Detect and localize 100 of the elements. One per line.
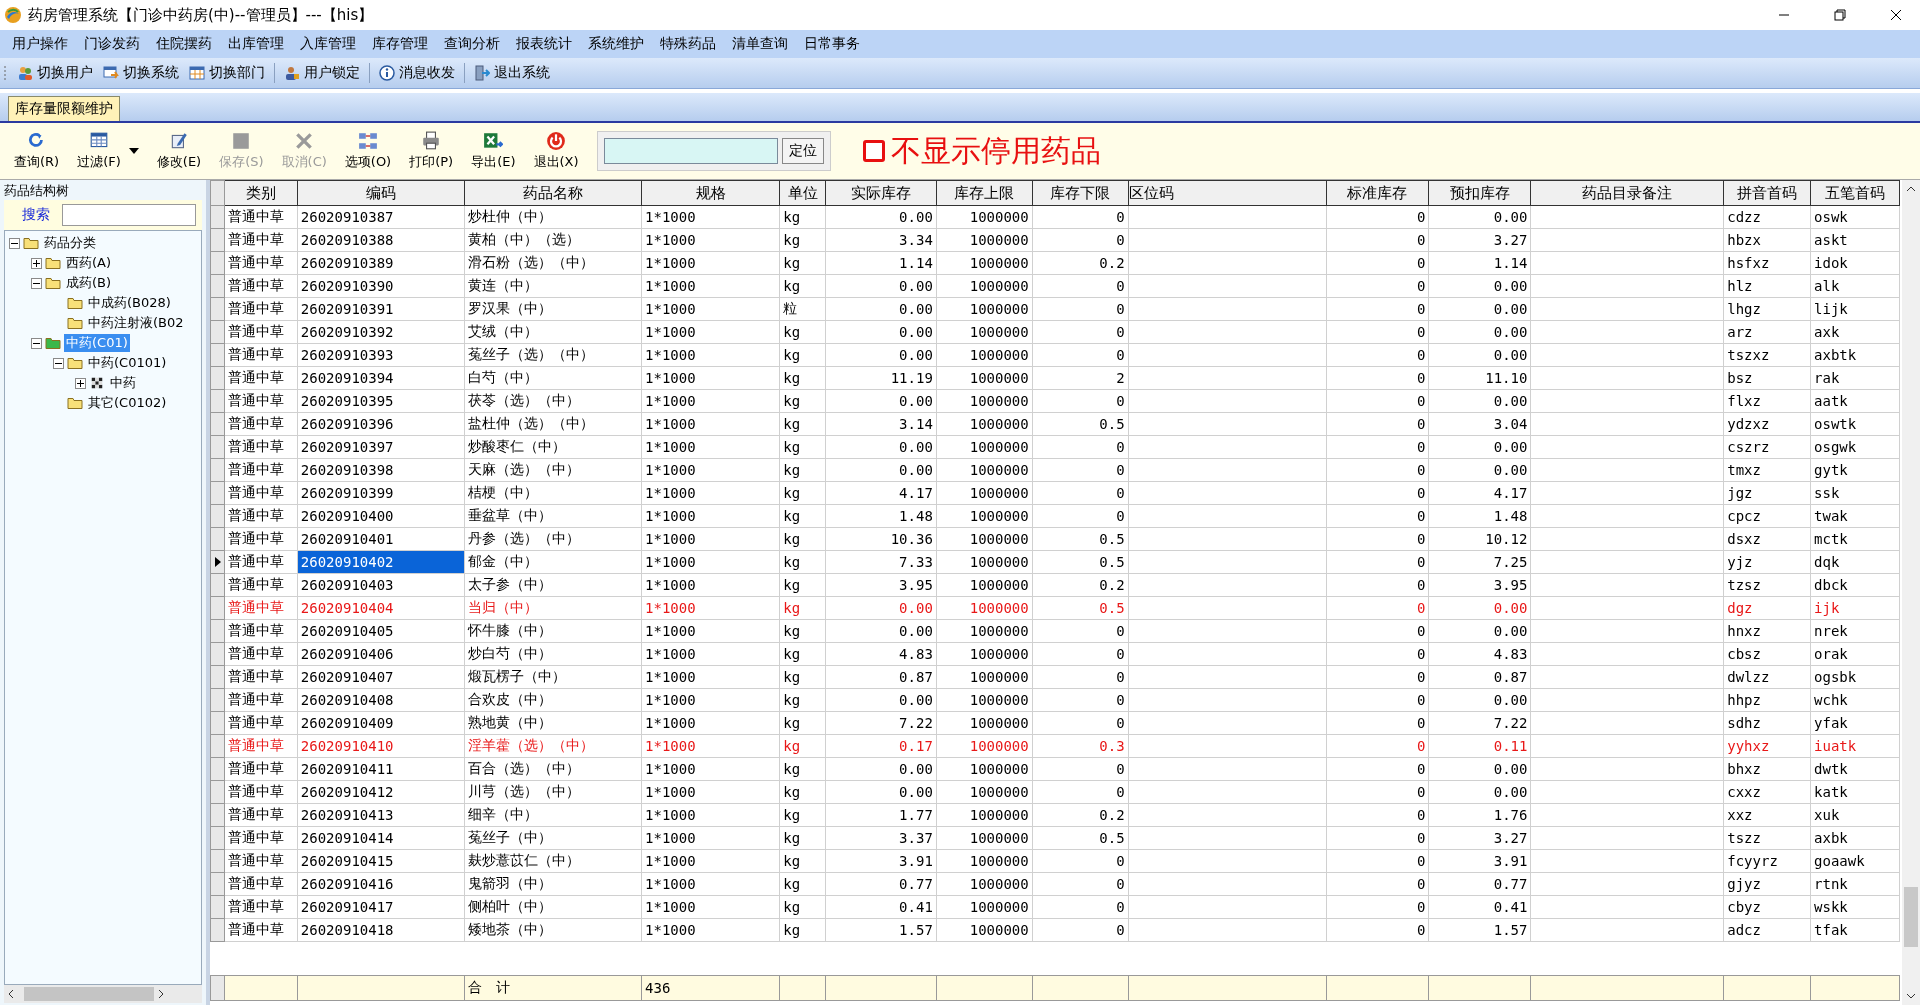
ribbon-button[interactable]: 选项(O) bbox=[336, 129, 400, 173]
cross-icon bbox=[294, 131, 315, 151]
expander-icon[interactable] bbox=[53, 357, 64, 369]
table-cell: 0.2 bbox=[1032, 573, 1129, 597]
toolbar-button[interactable]: 消息收发 bbox=[375, 62, 459, 84]
table-cell: oswk bbox=[1810, 205, 1900, 229]
folder-icon bbox=[67, 296, 83, 310]
table-cell: 26020910400 bbox=[297, 504, 465, 528]
tree-item[interactable]: 药品分类 bbox=[42, 234, 98, 252]
expander-icon[interactable] bbox=[75, 377, 86, 389]
locate-field[interactable] bbox=[603, 138, 778, 164]
table-cell: 矮地茶（中） bbox=[464, 918, 642, 942]
column-header[interactable]: 预扣库存 bbox=[1428, 180, 1531, 206]
table-cell: 0 bbox=[1326, 481, 1429, 505]
scroll-down-icon[interactable] bbox=[1906, 993, 1916, 999]
menu-item[interactable]: 住院摆药 bbox=[148, 35, 220, 53]
expander-icon[interactable] bbox=[9, 237, 20, 249]
scrollbar-thumb[interactable] bbox=[1904, 887, 1918, 947]
table-cell: 百合（选）（中） bbox=[464, 757, 642, 781]
table-cell: 熟地黄（中） bbox=[464, 711, 642, 735]
ribbon-button[interactable]: 退出(X) bbox=[525, 129, 587, 173]
menu-item[interactable]: 出库管理 bbox=[220, 35, 292, 53]
menu-item[interactable]: 入库管理 bbox=[292, 35, 364, 53]
table-cell: tzsz bbox=[1723, 573, 1811, 597]
table-cell: 26020910417 bbox=[297, 895, 465, 919]
table-cell: 0 bbox=[1326, 596, 1429, 620]
table-cell: 菟丝子（选）（中） bbox=[464, 343, 642, 367]
expander-icon[interactable] bbox=[31, 277, 42, 289]
column-header[interactable]: 库存上限 bbox=[936, 180, 1033, 206]
table-cell: gjyz bbox=[1723, 872, 1811, 896]
table-cell: 普通中草 bbox=[224, 665, 298, 689]
column-header[interactable]: 五笔首码 bbox=[1810, 180, 1900, 206]
table-cell: wchk bbox=[1810, 688, 1900, 712]
toolbar-button[interactable]: 切换系统 bbox=[99, 62, 183, 84]
toolbar-button[interactable]: 切换用户 bbox=[13, 62, 97, 84]
tree-item[interactable]: 中药(C0101) bbox=[86, 354, 169, 372]
tree-item[interactable]: 成药(B) bbox=[64, 274, 114, 292]
table-cell: kg bbox=[779, 734, 826, 758]
caret-icon[interactable] bbox=[128, 148, 139, 154]
table-cell: 1000000 bbox=[936, 596, 1033, 620]
table-cell: 4.17 bbox=[1428, 481, 1531, 505]
column-header[interactable]: 区位码 bbox=[1128, 180, 1326, 206]
tree-item[interactable]: 西药(A) bbox=[64, 254, 114, 272]
column-header[interactable]: 库存下限 bbox=[1032, 180, 1129, 206]
column-header[interactable]: 编码 bbox=[297, 180, 465, 206]
restore-icon[interactable] bbox=[1834, 9, 1846, 21]
menu-item[interactable]: 查询分析 bbox=[436, 35, 508, 53]
checkbox[interactable] bbox=[862, 140, 885, 162]
menu-item[interactable]: 库存管理 bbox=[364, 35, 436, 53]
column-header[interactable]: 标准库存 bbox=[1326, 180, 1429, 206]
vertical-scrollbar[interactable] bbox=[1902, 180, 1920, 1005]
scroll-right-icon[interactable] bbox=[158, 989, 164, 999]
table-cell: tszxz bbox=[1723, 343, 1811, 367]
toolbar-button[interactable]: 切换部门 bbox=[185, 62, 269, 84]
menu-item[interactable]: 清单查询 bbox=[724, 35, 796, 53]
table-cell: tfak bbox=[1810, 918, 1900, 942]
toolbar-button[interactable]: 退出系统 bbox=[470, 62, 554, 84]
table-cell: 3.91 bbox=[825, 849, 937, 873]
column-header[interactable]: 药品名称 bbox=[464, 180, 642, 206]
column-header[interactable]: 实际库存 bbox=[825, 180, 937, 206]
tree-item[interactable]: 中药注射液(B02 bbox=[86, 314, 186, 332]
table-cell: 0.00 bbox=[825, 435, 937, 459]
expander-icon[interactable] bbox=[31, 337, 42, 349]
tree-item[interactable]: 中成药(B028) bbox=[86, 294, 173, 312]
table-cell: cpcz bbox=[1723, 504, 1811, 528]
table-cell: 1000000 bbox=[936, 389, 1033, 413]
table-cell: 7.25 bbox=[1428, 550, 1531, 574]
ribbon-button[interactable]: 查询(R) bbox=[6, 129, 68, 173]
table-cell: kg bbox=[779, 412, 826, 436]
menu-item[interactable]: 用户操作 bbox=[4, 35, 76, 53]
column-header[interactable]: 规格 bbox=[641, 180, 780, 206]
search-field[interactable] bbox=[62, 204, 196, 226]
scroll-up-icon[interactable] bbox=[1906, 186, 1916, 192]
horizontal-scrollbar[interactable] bbox=[4, 985, 202, 1003]
toolbar-button[interactable]: 用户锁定 bbox=[280, 62, 364, 84]
column-header[interactable]: 类别 bbox=[224, 180, 298, 206]
tab[interactable]: 库存量限额维护 bbox=[8, 96, 120, 121]
scrollbar-thumb[interactable] bbox=[24, 987, 154, 1001]
tree-item[interactable]: 其它(C0102) bbox=[86, 394, 169, 412]
table-cell: 0.00 bbox=[825, 757, 937, 781]
menu-item[interactable]: 日常事务 bbox=[796, 35, 868, 53]
expander-icon[interactable] bbox=[31, 257, 42, 269]
column-header[interactable]: 拼音首码 bbox=[1723, 180, 1811, 206]
column-header[interactable]: 单位 bbox=[779, 180, 826, 206]
ribbon-button[interactable]: 过滤(F) bbox=[69, 129, 129, 173]
ribbon-button[interactable]: 导出(E) bbox=[463, 129, 524, 173]
table-cell: 1000000 bbox=[936, 274, 1033, 298]
menu-item[interactable]: 系统维护 bbox=[580, 35, 652, 53]
locate-button[interactable]: 定位 bbox=[781, 138, 824, 164]
ribbon-button[interactable]: 修改(E) bbox=[148, 129, 210, 173]
menu-item[interactable]: 报表统计 bbox=[508, 35, 580, 53]
table-cell: 普通中草 bbox=[224, 803, 298, 827]
menu-item[interactable]: 门诊发药 bbox=[76, 35, 148, 53]
ribbon-button[interactable]: 打印(P) bbox=[401, 129, 462, 173]
close-icon[interactable] bbox=[1890, 9, 1902, 21]
scroll-left-icon[interactable] bbox=[8, 989, 14, 999]
menu-item[interactable]: 特殊药品 bbox=[652, 35, 724, 53]
tree-item[interactable]: 中药 bbox=[108, 374, 138, 392]
column-header[interactable]: 药品目录备注 bbox=[1530, 180, 1724, 206]
table-cell: 3.34 bbox=[825, 228, 937, 252]
